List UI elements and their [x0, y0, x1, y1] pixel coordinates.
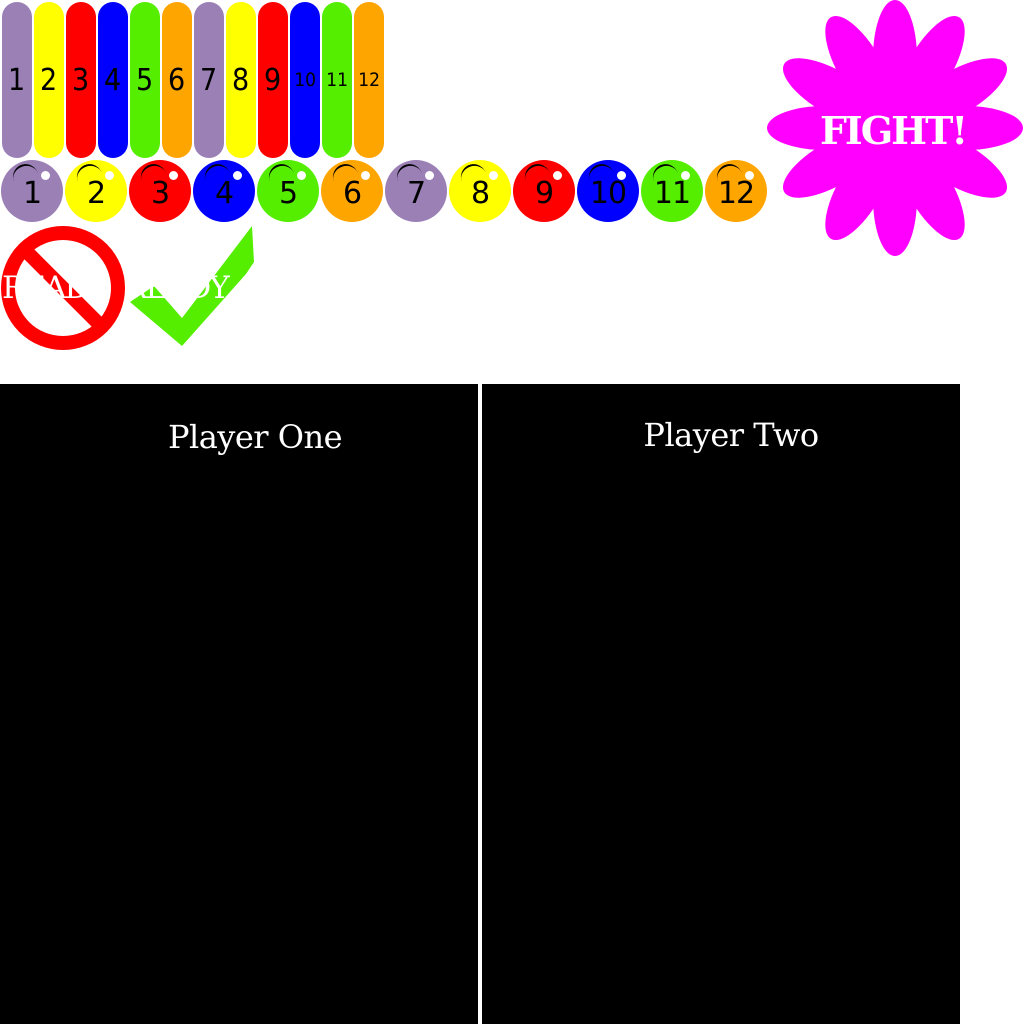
color-bar-label: 9: [264, 62, 282, 98]
color-ball-5[interactable]: 5: [257, 160, 319, 222]
color-bar-label: 6: [168, 62, 186, 98]
color-bar-label: 12: [358, 69, 380, 91]
color-ball-label: 5: [278, 175, 298, 211]
color-ball-label: 10: [589, 175, 627, 211]
player-one-title: Player One: [167, 418, 343, 456]
color-ball-label: 3: [150, 175, 170, 211]
color-bar-5[interactable]: 5: [130, 2, 160, 158]
color-ball-label: 7: [406, 175, 426, 211]
color-bar-6[interactable]: 6: [162, 2, 192, 158]
not-ready-label: READY: [2, 270, 108, 306]
color-bar-3[interactable]: 3: [66, 2, 96, 158]
color-ball-label: 9: [534, 175, 554, 211]
color-ball-7[interactable]: 7: [385, 160, 447, 222]
color-ball-11[interactable]: 11: [641, 160, 703, 222]
color-bar-label: 7: [200, 62, 218, 98]
color-bar-11[interactable]: 11: [322, 2, 352, 158]
color-bar-label: 8: [232, 62, 250, 98]
player-two-panel: Player Two: [482, 384, 960, 1024]
color-bar-9[interactable]: 9: [258, 2, 288, 158]
color-ball-6[interactable]: 6: [321, 160, 383, 222]
ball-shine: [361, 171, 370, 180]
color-bar-palette: 1 2 3 4 5 6 7 8 9 10 11 12: [0, 0, 390, 160]
color-bar-10[interactable]: 10: [290, 2, 320, 158]
color-ball-12[interactable]: 12: [705, 160, 767, 222]
ball-shine: [41, 171, 50, 180]
color-ball-label: 6: [342, 175, 362, 211]
color-ball-label: 2: [86, 175, 106, 211]
color-ball-4[interactable]: 4: [193, 160, 255, 222]
ball-shine: [425, 171, 434, 180]
color-bar-label: 1: [8, 62, 26, 98]
color-ball-8[interactable]: 8: [449, 160, 511, 222]
color-bar-2[interactable]: 2: [34, 2, 64, 158]
fight-button[interactable]: FIGHT!: [762, 0, 1024, 258]
color-ball-palette: 1 2 3 4 5 6 7 8 9 10 11 12: [0, 158, 780, 228]
player-one-panel: Player One: [0, 384, 478, 1024]
fight-label: FIGHT!: [819, 108, 968, 153]
color-ball-label: 11: [653, 175, 691, 211]
color-ball-label: 8: [470, 175, 490, 211]
color-bar-12[interactable]: 12: [354, 2, 384, 158]
color-ball-1[interactable]: 1: [1, 160, 63, 222]
color-bar-label: 4: [104, 62, 122, 98]
color-bar-label: 10: [294, 69, 316, 91]
ready-label: READY: [124, 270, 230, 306]
color-bar-label: 5: [136, 62, 154, 98]
ball-shine: [297, 171, 306, 180]
ball-shine: [489, 171, 498, 180]
color-ball-label: 4: [214, 175, 234, 211]
color-bar-1[interactable]: 1: [2, 2, 32, 158]
color-bar-7[interactable]: 7: [194, 2, 224, 158]
color-bar-label: 3: [72, 62, 90, 98]
ball-shine: [169, 171, 178, 180]
color-ball-label: 1: [22, 175, 42, 211]
color-ball-9[interactable]: 9: [513, 160, 575, 222]
color-bar-label: 2: [40, 62, 58, 98]
color-ball-2[interactable]: 2: [65, 160, 127, 222]
color-ball-3[interactable]: 3: [129, 160, 191, 222]
ball-shine: [553, 171, 562, 180]
color-ball-label: 12: [717, 175, 755, 211]
ready-badge[interactable]: READY: [124, 222, 264, 350]
color-bar-4[interactable]: 4: [98, 2, 128, 158]
not-ready-badge[interactable]: READY: [0, 222, 130, 354]
color-bar-8[interactable]: 8: [226, 2, 256, 158]
ball-shine: [105, 171, 114, 180]
color-ball-10[interactable]: 10: [577, 160, 639, 222]
ball-shine: [233, 171, 242, 180]
player-two-title: Player Two: [643, 416, 819, 454]
color-bar-label: 11: [326, 69, 348, 91]
